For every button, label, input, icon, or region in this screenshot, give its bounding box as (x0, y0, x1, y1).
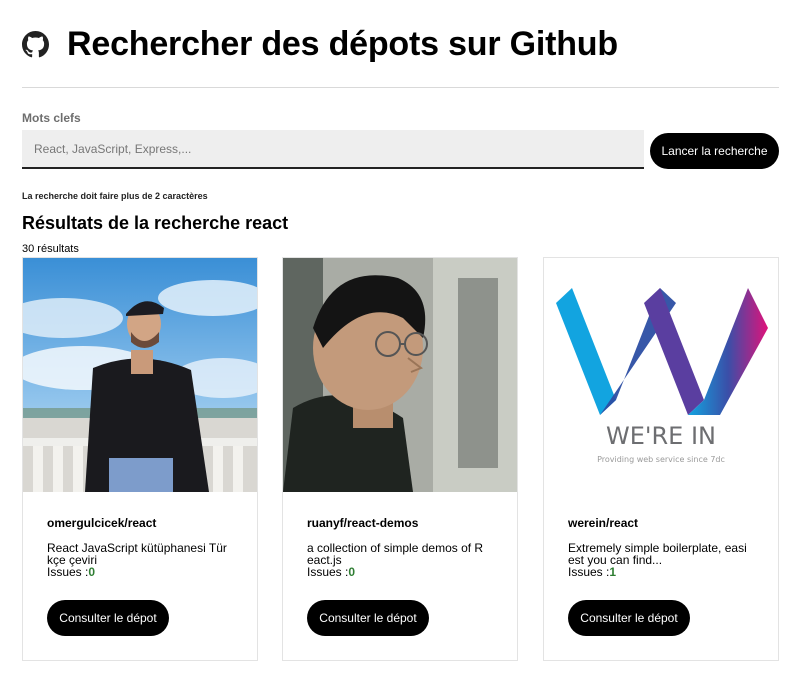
issues-count: 0 (348, 565, 356, 579)
search-label: Mots clefs (22, 111, 81, 125)
issues-count: 1 (609, 565, 617, 579)
repo-description: a collection of simple demos of React.js (307, 541, 484, 567)
issues-label: Issues : (47, 565, 89, 579)
repo-description: Extremely simple boilerplate, easiest yo… (568, 541, 747, 567)
header-divider (22, 87, 779, 88)
repo-card: ruanyf/react-demos a collection of simpl… (282, 257, 518, 661)
github-icon (22, 30, 49, 58)
issues-label: Issues : (307, 565, 349, 579)
repo-issues: Issues :0 (47, 566, 257, 578)
repo-owner-avatar (23, 258, 257, 492)
repo-card: WE'RE IN Providing web service since 7dc… (543, 257, 779, 661)
repo-issues: Issues :1 (568, 566, 778, 578)
issues-count: 0 (88, 565, 96, 579)
page-header: Rechercher des dépots sur Github (22, 24, 618, 64)
search-input[interactable] (22, 130, 644, 169)
repo-name: werein/react (568, 516, 639, 530)
repo-card: omergulcicek/react React JavaScript kütü… (22, 257, 258, 661)
results-title: Résultats de la recherche react (22, 213, 289, 233)
consult-repo-button[interactable]: Consulter le dépot (307, 600, 429, 636)
search-button[interactable]: Lancer la recherche (650, 133, 779, 169)
page-title: Rechercher des dépots sur Github (67, 25, 618, 63)
werein-logo: WE'RE IN Providing web service since 7dc (544, 258, 778, 492)
issues-label: Issues : (568, 565, 610, 579)
repo-name: omergulcicek/react (47, 516, 157, 530)
werein-logo-text: WE'RE IN (606, 422, 716, 450)
consult-repo-button[interactable]: Consulter le dépot (47, 600, 169, 636)
results-count: 30 résultats (22, 243, 79, 255)
repo-name: ruanyf/react-demos (307, 516, 419, 530)
repo-owner-avatar (283, 258, 517, 492)
repo-issues: Issues :0 (307, 566, 517, 578)
consult-repo-button[interactable]: Consulter le dépot (568, 600, 690, 636)
repo-description: React JavaScript kütüphanesi Türkçe çevi… (47, 541, 227, 567)
werein-logo-tagline: Providing web service since 7dc (597, 455, 725, 464)
search-hint: La recherche doit faire plus de 2 caract… (22, 191, 208, 201)
